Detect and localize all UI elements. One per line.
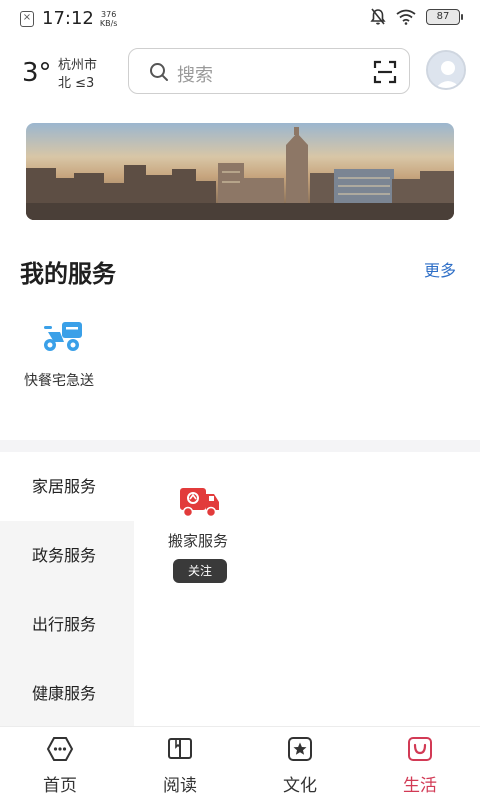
city-banner-image[interactable] [26,123,454,220]
search-icon [150,63,168,81]
category-item-travel[interactable]: 出行服务 [0,590,134,659]
nav-tab-culture[interactable]: 文化 [240,727,360,800]
search-input[interactable]: 搜索 [177,61,213,87]
star-badge-icon [288,737,312,761]
status-left: × 17:12 376 KB/s [20,8,117,29]
status-time: 17:12 [42,8,94,29]
wifi-icon [396,9,416,25]
moving-truck-icon [180,488,219,518]
city-name: 杭州市 [58,58,98,73]
nav-label: 首页 [43,776,77,796]
category-item-home[interactable]: 家居服务 [0,452,134,521]
more-link[interactable]: 更多 [424,257,456,281]
header: 3° 杭州市 北 ≤3 搜索 [0,44,480,100]
nav-tab-home[interactable]: 首页 [0,727,120,800]
book-icon [168,738,192,759]
wind-info: 北 ≤3 [58,76,95,91]
network-speed-unit: KB/s [99,18,118,28]
section-divider [0,440,480,452]
status-right: 87 [370,8,463,26]
delivery-scooter-icon [44,322,82,351]
section-title: 我的服务 [20,260,116,288]
category-item-government[interactable]: 政务服务 [0,521,134,590]
service-label: 快餐宅急送 [24,373,94,389]
battery-indicator: 87 [426,9,463,25]
avatar[interactable] [426,50,466,90]
service-label: 搬家服务 [168,532,229,550]
nav-tab-read[interactable]: 阅读 [120,727,240,800]
follow-button[interactable]: 关注 [173,559,227,583]
status-bar: × 17:12 376 KB/s 87 [0,0,480,36]
network-speed-value: 376 [101,9,117,19]
bottom-nav: 首页 阅读 文化 生活 [0,726,480,800]
category-list: 家居服务 政务服务 出行服务 健康服务 [0,452,134,726]
scan-icon[interactable] [373,60,397,84]
nav-label: 生活 [403,776,437,796]
temperature: 3° [22,58,52,88]
nav-tab-life[interactable]: 生活 [360,727,480,800]
search-bar[interactable]: 搜索 [128,48,410,94]
user-avatar-icon [428,52,464,88]
nav-label: 文化 [283,776,317,796]
network-speed: 376 KB/s [100,10,118,28]
category-item-health[interactable]: 健康服务 [0,659,134,728]
shopping-bag-icon [408,737,432,761]
nav-label: 阅读 [163,776,197,796]
city-skyline-image [26,123,454,220]
notification-x-icon: × [20,10,34,27]
category-panel: 家居服务 政务服务 出行服务 健康服务 搬家服务 关注 [0,452,480,726]
home-icon [46,737,74,761]
mute-bell-icon [370,8,386,25]
